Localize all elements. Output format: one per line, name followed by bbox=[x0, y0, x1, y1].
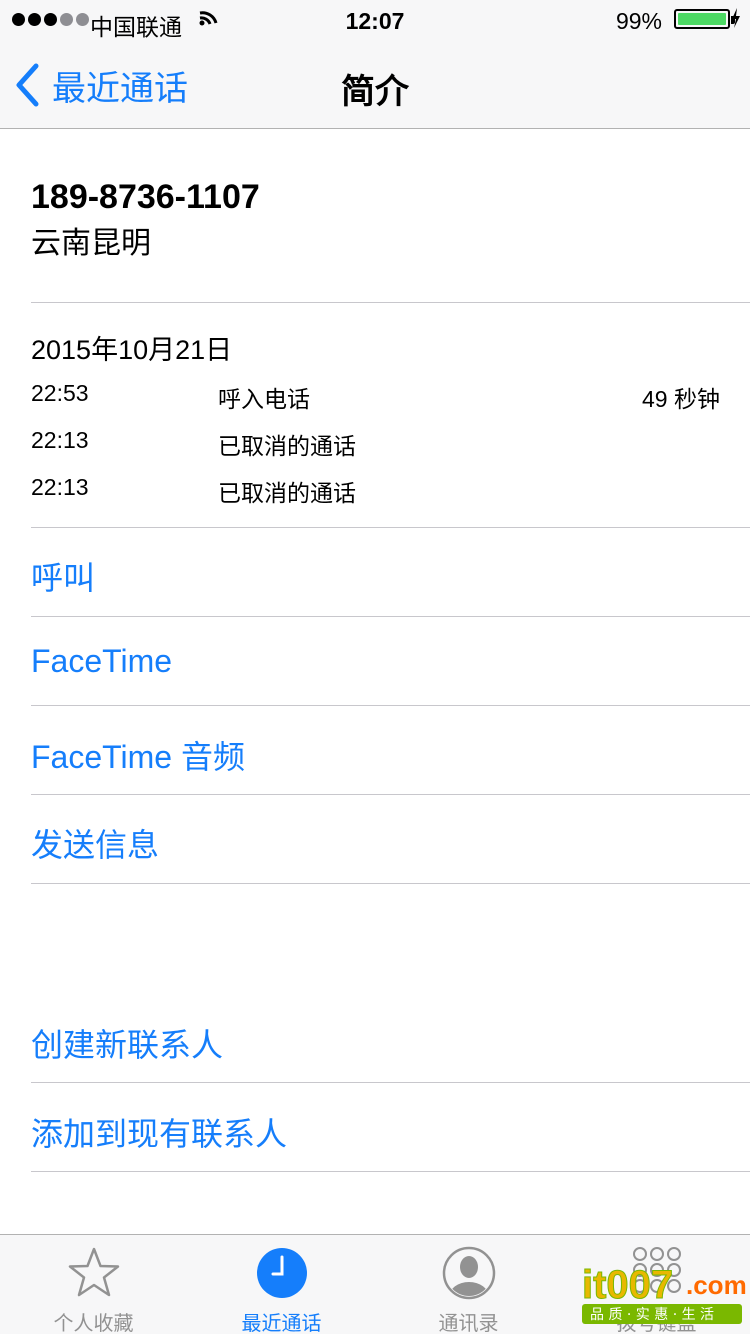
tab-label: 通讯录 bbox=[438, 1313, 499, 1334]
divider bbox=[31, 1171, 750, 1172]
tab-contacts[interactable]: 通讯录 bbox=[375, 1235, 562, 1334]
call-button[interactable]: 呼叫 bbox=[31, 553, 95, 599]
add-to-existing-contact-button[interactable]: 添加到现有联系人 bbox=[31, 1109, 287, 1155]
battery-percentage: 99% bbox=[615, 8, 662, 34]
call-history-date: 2015年10月21日 bbox=[31, 335, 233, 365]
call-duration: 49 秒钟 bbox=[642, 386, 720, 412]
call-time: 22:13 bbox=[31, 427, 89, 453]
facetime-audio-button[interactable]: FaceTime 音频 bbox=[31, 732, 245, 778]
divider bbox=[31, 883, 750, 884]
divider bbox=[31, 794, 750, 795]
call-type: 已取消的通话 bbox=[218, 433, 356, 459]
call-time: 22:13 bbox=[31, 474, 89, 500]
tab-label: 个人收藏 bbox=[53, 1313, 134, 1334]
page-title: 简介 bbox=[341, 73, 409, 111]
divider bbox=[31, 1082, 750, 1083]
phone-number: 189-8736-1107 bbox=[31, 178, 260, 216]
status-bar: 中国联通 12:07 99% bbox=[0, 0, 750, 40]
tab-label: 最近通话 bbox=[241, 1313, 322, 1334]
charging-icon bbox=[732, 7, 740, 34]
create-contact-button[interactable]: 创建新联系人 bbox=[31, 1020, 223, 1066]
divider bbox=[31, 302, 750, 303]
tab-recents[interactable]: 最近通话 bbox=[188, 1235, 375, 1334]
battery-icon bbox=[674, 9, 735, 29]
svg-text:品 质 · 实 惠 · 生 活: 品 质 · 实 惠 · 生 活 bbox=[590, 1307, 714, 1323]
call-type: 呼入电话 bbox=[218, 386, 310, 412]
call-type: 已取消的通话 bbox=[218, 480, 356, 506]
call-time: 22:53 bbox=[31, 380, 89, 406]
call-history-row: 22:13 已取消的通话 bbox=[31, 474, 720, 506]
call-history-row: 22:53 呼入电话 49 秒钟 bbox=[31, 380, 720, 412]
star-icon bbox=[66, 1245, 122, 1306]
divider bbox=[31, 616, 750, 617]
facetime-button[interactable]: FaceTime bbox=[31, 643, 172, 680]
divider bbox=[31, 527, 750, 528]
phone-location: 云南昆明 bbox=[31, 227, 151, 260]
divider bbox=[31, 705, 750, 706]
clock-icon bbox=[254, 1245, 310, 1306]
contact-icon bbox=[441, 1245, 497, 1306]
call-history-row: 22:13 已取消的通话 bbox=[31, 427, 720, 459]
tab-favorites[interactable]: 个人收藏 bbox=[0, 1235, 187, 1334]
top-bar: 中国联通 12:07 99% 最近通话 简介 bbox=[0, 0, 750, 129]
send-message-button[interactable]: 发送信息 bbox=[31, 820, 159, 866]
watermark-logo: it007 .com 品 质 · 实 惠 · 生 活 bbox=[578, 1258, 747, 1328]
svg-text:it007: it007 bbox=[582, 1263, 673, 1307]
svg-text:.com: .com bbox=[686, 1270, 746, 1300]
